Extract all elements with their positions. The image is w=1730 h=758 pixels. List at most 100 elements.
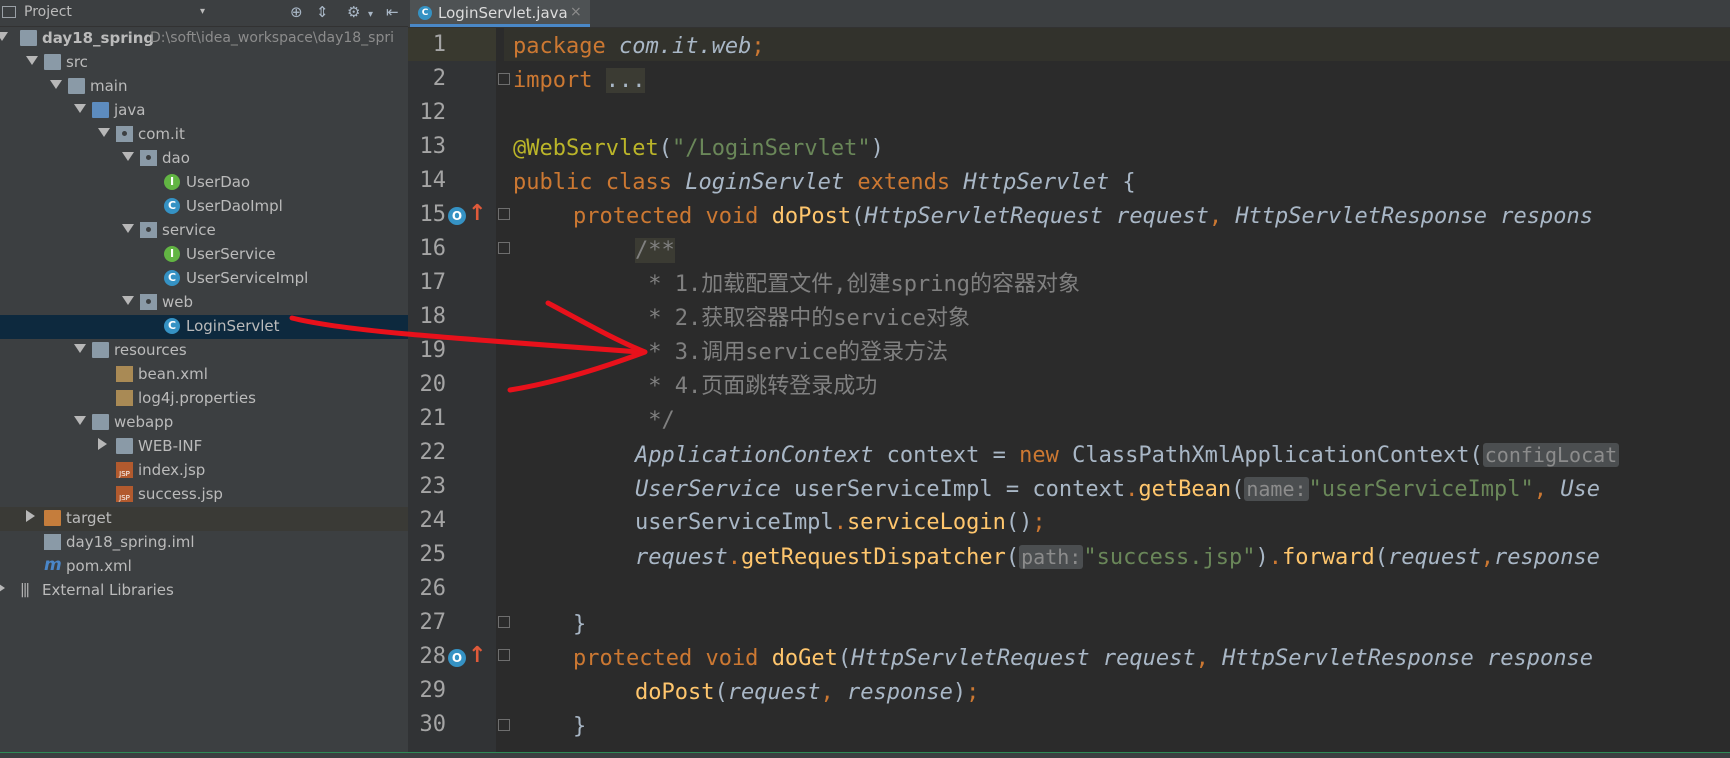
- line-number[interactable]: 26: [408, 572, 447, 606]
- fold-marker-icon[interactable]: [498, 719, 510, 731]
- code-line-29[interactable]: doPost(request, response);: [635, 676, 979, 710]
- override-method-icon[interactable]: O: [448, 649, 466, 667]
- fold-marker-icon[interactable]: [498, 616, 510, 628]
- line-number[interactable]: 28: [408, 640, 447, 674]
- line-number[interactable]: 12: [408, 96, 447, 130]
- tree-item[interactable]: m pom.xml: [0, 555, 408, 579]
- fold-marker-icon[interactable]: [498, 208, 510, 220]
- fold-marker-icon[interactable]: [498, 649, 510, 661]
- tree-item[interactable]: com.it: [0, 123, 408, 147]
- tree-item[interactable]: JSP success.jsp: [0, 483, 408, 507]
- tree-item[interactable]: src: [0, 51, 408, 75]
- line-number[interactable]: 18: [408, 300, 447, 334]
- tree-item[interactable]: dao: [0, 147, 408, 171]
- expand-arrow-icon[interactable]: [0, 32, 8, 41]
- collapse-arrow-icon[interactable]: [26, 510, 35, 522]
- close-tab-icon[interactable]: ×: [570, 4, 582, 20]
- tree-item[interactable]: I UserService: [0, 243, 408, 267]
- code-line-23[interactable]: UserService userServiceImpl = context.ge…: [635, 472, 1600, 506]
- fold-marker-icon[interactable]: [498, 73, 510, 85]
- line-number[interactable]: 16: [408, 232, 447, 266]
- tree-item[interactable]: service: [0, 219, 408, 243]
- tree-item[interactable]: ||| External Libraries: [0, 579, 408, 603]
- tree-item[interactable]: main: [0, 75, 408, 99]
- tree-item[interactable]: C UserDaoImpl: [0, 195, 408, 219]
- tree-item[interactable]: target: [0, 507, 408, 531]
- jsp-file-icon: JSP: [116, 462, 133, 478]
- code-line-17[interactable]: * 1.加载配置文件,创建spring的容器对象: [635, 268, 1080, 302]
- line-number[interactable]: 20: [408, 368, 447, 402]
- collapse-all-icon[interactable]: ⇕: [316, 4, 329, 20]
- expand-arrow-icon[interactable]: [98, 128, 110, 137]
- override-method-icon[interactable]: O: [448, 207, 466, 225]
- expand-arrow-icon[interactable]: [122, 152, 134, 161]
- code-line-28[interactable]: protected void doGet(HttpServletRequest …: [573, 642, 1593, 676]
- locate-icon[interactable]: ⊕: [290, 4, 303, 20]
- code-line-27[interactable]: }: [573, 608, 586, 642]
- line-number[interactable]: 22: [408, 436, 447, 470]
- line-number[interactable]: 27: [408, 606, 447, 640]
- tree-item[interactable]: WEB-INF: [0, 435, 408, 459]
- line-number[interactable]: 13: [408, 130, 447, 164]
- line-number[interactable]: 21: [408, 402, 447, 436]
- line-number[interactable]: 23: [408, 470, 447, 504]
- paren: (: [1469, 443, 1483, 468]
- code-line-18[interactable]: * 2.获取容器中的service对象: [635, 302, 970, 336]
- code-line-24[interactable]: userServiceImpl.serviceLogin();: [635, 506, 1046, 540]
- code-line-19[interactable]: * 3.调用service的登录方法: [635, 336, 948, 370]
- tree-item-label: pom.xml: [66, 557, 132, 575]
- tab-loginservlet-java[interactable]: C LoginServlet.java ×: [410, 0, 590, 27]
- line-number[interactable]: 30: [408, 708, 447, 742]
- line-number[interactable]: 15: [408, 198, 447, 232]
- collapse-arrow-icon[interactable]: [0, 582, 5, 594]
- line-number[interactable]: 19: [408, 334, 447, 368]
- code-line-22[interactable]: ApplicationContext context = new ClassPa…: [635, 438, 1620, 472]
- code-line-25[interactable]: request.getRequestDispatcher(path:"succe…: [635, 540, 1600, 574]
- expand-arrow-icon[interactable]: [122, 296, 134, 305]
- expand-arrow-icon[interactable]: [50, 80, 62, 89]
- line-number[interactable]: 29: [408, 674, 447, 708]
- code-line-20[interactable]: * 4.页面跳转登录成功: [635, 370, 877, 404]
- tree-item[interactable]: I UserDao: [0, 171, 408, 195]
- expand-arrow-icon[interactable]: [122, 224, 134, 233]
- line-number[interactable]: 25: [408, 538, 447, 572]
- hide-panel-icon[interactable]: ⇤: [386, 4, 399, 20]
- line-number[interactable]: 24: [408, 504, 447, 538]
- tree-item[interactable]: webapp: [0, 411, 408, 435]
- tree-item[interactable]: day18_spring.iml: [0, 531, 408, 555]
- line-number[interactable]: 2: [408, 62, 446, 96]
- code-line-30[interactable]: }: [573, 710, 586, 744]
- code-line-14[interactable]: public class LoginServlet extends HttpSe…: [513, 166, 1136, 200]
- expand-arrow-icon[interactable]: [74, 344, 86, 353]
- code-line-13[interactable]: @WebServlet("/LoginServlet"): [513, 132, 884, 166]
- code-line-1[interactable]: package com.it.web;: [513, 30, 765, 64]
- line-number[interactable]: 14: [408, 164, 447, 198]
- settings-dropdown-icon[interactable]: ▾: [368, 7, 373, 23]
- code-line-16[interactable]: /**: [635, 234, 675, 268]
- tree-item[interactable]: C LoginServlet: [0, 315, 408, 339]
- project-panel-title[interactable]: Project: [24, 4, 72, 20]
- view-dropdown-icon[interactable]: ▾: [200, 6, 205, 17]
- tree-item[interactable]: resources: [0, 339, 408, 363]
- code-line-21[interactable]: */: [635, 404, 675, 438]
- line-number[interactable]: 17: [408, 266, 447, 300]
- fold-marker-icon[interactable]: [498, 242, 510, 254]
- code-line-15[interactable]: protected void doPost(HttpServletRequest…: [573, 200, 1593, 234]
- expand-arrow-icon[interactable]: [26, 56, 38, 65]
- expand-arrow-icon[interactable]: [74, 104, 86, 113]
- tree-item[interactable]: web: [0, 291, 408, 315]
- code-line-2[interactable]: import ...: [513, 64, 646, 98]
- override-arrow-icon[interactable]: ↑: [468, 203, 486, 225]
- override-arrow-icon[interactable]: ↑: [468, 645, 486, 667]
- tree-item[interactable]: C UserServiceImpl: [0, 267, 408, 291]
- folded-imports[interactable]: ...: [605, 68, 646, 93]
- tree-item[interactable]: log4j.properties: [0, 387, 408, 411]
- tree-item[interactable]: java: [0, 99, 408, 123]
- tree-item[interactable]: JSP index.jsp: [0, 459, 408, 483]
- tree-item[interactable]: day18_spring D:\soft\idea_workspace\day18…: [0, 27, 408, 51]
- tree-item[interactable]: bean.xml: [0, 363, 408, 387]
- gear-icon[interactable]: ⚙: [347, 4, 360, 20]
- line-number[interactable]: 1: [408, 28, 446, 62]
- collapse-arrow-icon[interactable]: [98, 438, 107, 450]
- expand-arrow-icon[interactable]: [74, 416, 86, 425]
